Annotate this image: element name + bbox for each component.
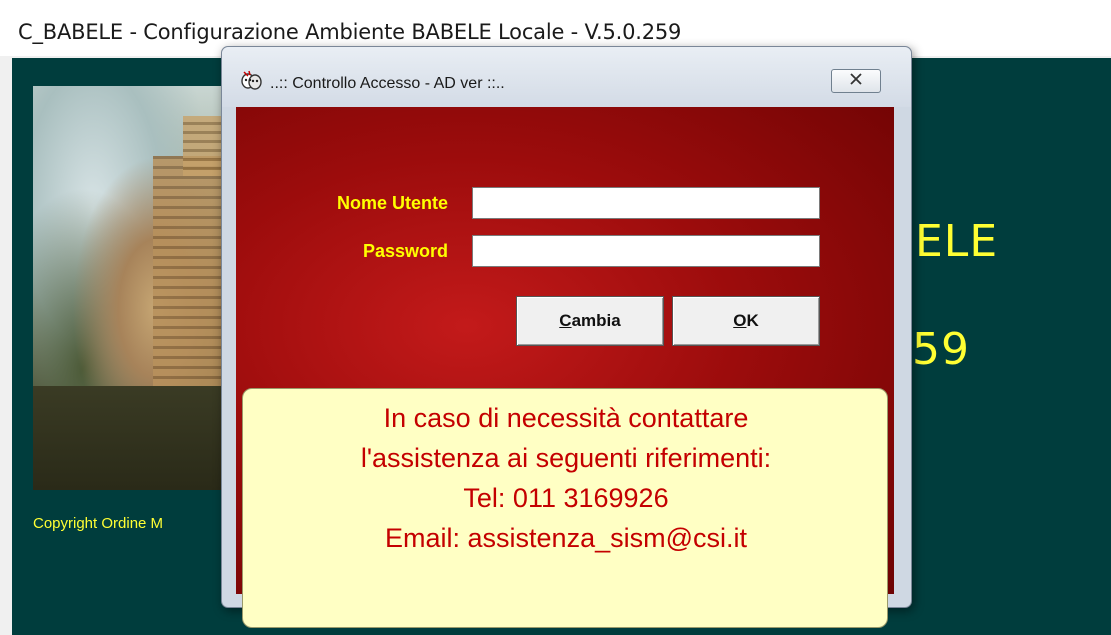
cambia-mnemonic: C xyxy=(559,311,572,330)
ok-label: K xyxy=(746,311,759,330)
ok-button[interactable]: OK xyxy=(672,296,820,346)
tower-of-babel-image xyxy=(33,86,233,490)
copyright-text: Copyright Ordine M xyxy=(33,515,164,532)
close-icon xyxy=(850,72,862,90)
cambia-label: ambia xyxy=(571,311,621,330)
info-line: Tel: 011 3169926 xyxy=(463,483,669,513)
main-window-title: C_BABELE - Configurazione Ambiente BABEL… xyxy=(18,20,682,44)
app-mask-icon xyxy=(240,69,262,91)
info-line: In caso di necessità contattare xyxy=(383,403,749,433)
app-name-partial: ELE xyxy=(915,216,999,267)
support-info-box: In caso di necessità contattare l'assist… xyxy=(242,388,888,628)
password-label: Password xyxy=(362,241,448,261)
username-input[interactable] xyxy=(472,187,820,219)
password-input[interactable] xyxy=(472,235,820,267)
window-frame-edge xyxy=(0,58,12,635)
app-version-partial: 59 xyxy=(912,324,970,375)
cambia-button[interactable]: Cambia xyxy=(516,296,664,346)
dialog-body: Nome Utente Password Cambia OK In caso d… xyxy=(236,107,894,628)
ok-mnemonic: O xyxy=(733,311,747,330)
info-line: Email: assistenza_sism@csi.it xyxy=(385,523,747,553)
dialog-title: ..:: Controllo Accesso - AD ver ::.. xyxy=(270,75,505,92)
login-dialog: ..:: Controllo Accesso - AD ver ::.. Nom… xyxy=(221,46,912,628)
close-button[interactable] xyxy=(831,69,881,93)
info-line: l'assistenza ai seguenti riferimenti: xyxy=(360,443,772,473)
ground-detail xyxy=(33,386,233,490)
username-label: Nome Utente xyxy=(336,193,448,213)
dialog-titlebar[interactable]: ..:: Controllo Accesso - AD ver ::.. xyxy=(222,47,911,107)
